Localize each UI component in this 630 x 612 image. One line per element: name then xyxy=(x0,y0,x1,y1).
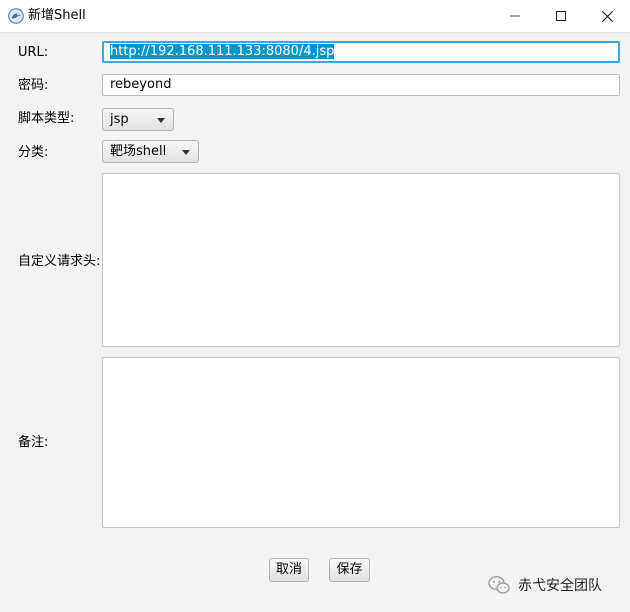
url-input[interactable]: http://192.168.111.133:8080/4.jsp xyxy=(102,41,620,63)
title-bar: 新增Shell xyxy=(0,0,630,33)
maximize-icon xyxy=(556,11,566,21)
password-input[interactable]: rebeyond xyxy=(102,74,620,96)
window-title: 新增Shell xyxy=(28,8,86,23)
watermark: 赤弋安全团队 xyxy=(488,574,602,596)
category-label: 分类: xyxy=(18,145,49,160)
minimize-button[interactable] xyxy=(492,0,538,32)
watermark-text: 赤弋安全团队 xyxy=(518,578,602,594)
url-label: URL: xyxy=(18,45,49,60)
custom-headers-textarea[interactable] xyxy=(102,173,620,347)
script-type-value: jsp xyxy=(110,112,129,127)
custom-headers-label: 自定义请求头: xyxy=(18,254,101,269)
password-label: 密码: xyxy=(18,78,49,93)
script-type-label: 脚本类型: xyxy=(18,111,75,126)
chevron-down-icon xyxy=(157,118,165,123)
category-value: 靶场shell xyxy=(110,144,167,159)
close-button[interactable] xyxy=(584,0,630,32)
minimize-icon xyxy=(510,15,520,17)
maximize-button[interactable] xyxy=(538,0,584,32)
wechat-icon xyxy=(488,576,510,594)
notes-textarea[interactable] xyxy=(102,357,620,528)
chevron-down-icon xyxy=(182,150,190,155)
url-value: http://192.168.111.133:8080/4.jsp xyxy=(110,44,335,59)
password-value: rebeyond xyxy=(110,77,172,92)
app-logo-icon xyxy=(8,8,24,24)
close-icon xyxy=(601,10,613,22)
save-button[interactable]: 保存 xyxy=(329,558,370,582)
category-select[interactable]: 靶场shell xyxy=(102,140,199,163)
script-type-select[interactable]: jsp xyxy=(102,108,174,131)
notes-label: 备注: xyxy=(18,435,49,450)
cancel-button[interactable]: 取消 xyxy=(269,558,309,582)
